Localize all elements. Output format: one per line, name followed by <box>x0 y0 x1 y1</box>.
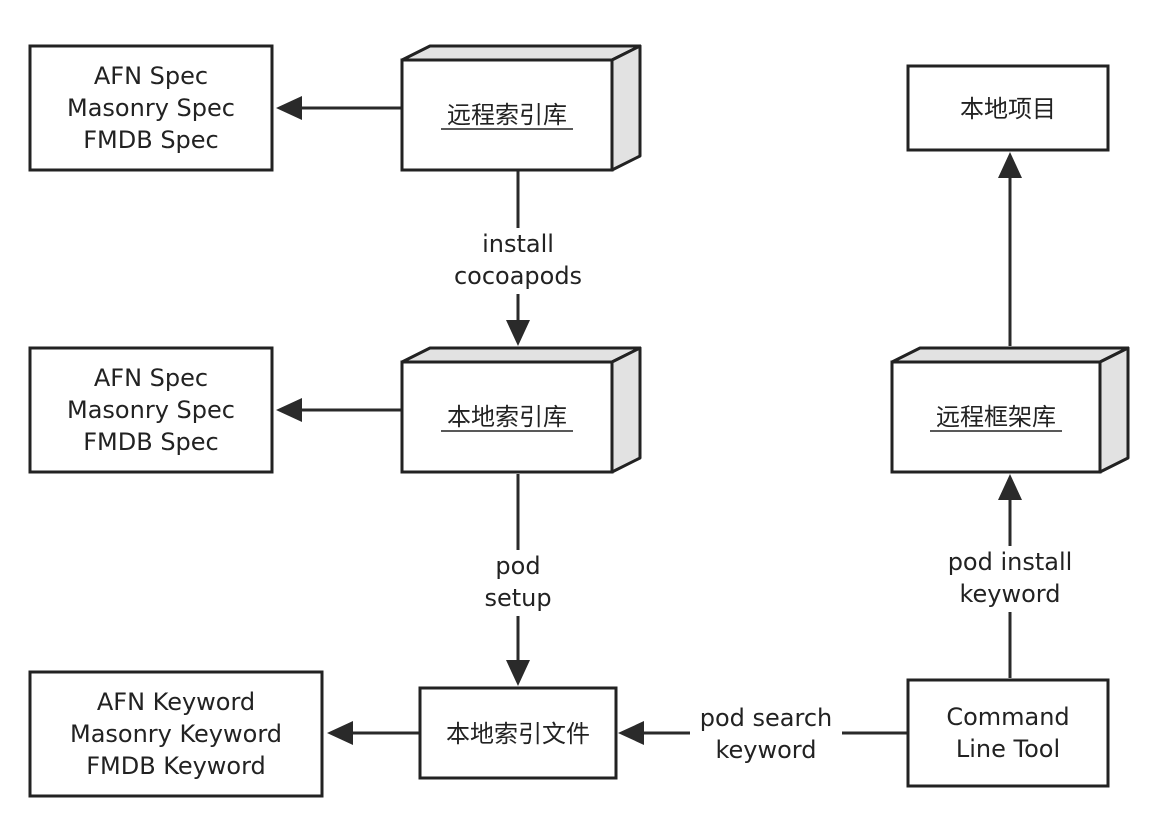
keyword-line: FMDB Keyword <box>86 752 266 780</box>
local-index-node: 本地索引库 <box>400 346 642 474</box>
edge-index-file-to-keywords <box>327 721 420 745</box>
edge-label-install-cocoapods-line2: cocoapods <box>454 262 582 290</box>
edge-label-pod-install-keyword-line1: pod install <box>948 548 1073 576</box>
spec-line: AFN Spec <box>94 364 208 392</box>
local-index-file-box: 本地索引文件 <box>418 686 618 780</box>
edge-label-pod-setup-line1: pod <box>495 552 540 580</box>
spec-line: AFN Spec <box>94 62 208 90</box>
edge-remote-index-to-specs <box>276 96 402 120</box>
edge-label-pod-search-keyword-line1: pod search <box>700 704 833 732</box>
spec-line: Masonry Spec <box>67 94 235 122</box>
command-line-tool-line: Command <box>946 703 1069 731</box>
local-project-box: 本地项目 <box>906 64 1110 152</box>
remote-frameworks-node: 远程框架库 <box>890 346 1130 474</box>
local-project-label: 本地项目 <box>960 95 1056 123</box>
keywords-box: AFN Keyword Masonry Keyword FMDB Keyword <box>28 670 324 798</box>
keyword-line: Masonry Keyword <box>70 720 282 748</box>
spec-line: FMDB Spec <box>83 126 219 154</box>
local-index-file-label: 本地索引文件 <box>446 720 590 748</box>
edge-label-pod-setup-line2: setup <box>484 584 551 612</box>
command-line-tool-box: Command Line Tool <box>906 678 1110 788</box>
specs-top-box: AFN Spec Masonry Spec FMDB Spec <box>28 44 274 172</box>
edge-label-pod-search-keyword-line2: keyword <box>715 736 816 764</box>
edge-frameworks-to-project <box>998 152 1022 346</box>
edge-label-pod-install-keyword-line2: keyword <box>959 580 1060 608</box>
cocoapods-flow-diagram: install cocoapods pod setup pod install … <box>28 44 1130 798</box>
edge-local-index-to-specs <box>276 398 402 422</box>
spec-line: Masonry Spec <box>67 396 235 424</box>
keyword-line: AFN Keyword <box>97 688 255 716</box>
remote-frameworks-label: 远程框架库 <box>936 403 1056 431</box>
local-index-label: 本地索引库 <box>447 403 567 431</box>
remote-index-label: 远程索引库 <box>447 101 567 129</box>
command-line-tool-line: Line Tool <box>956 735 1060 763</box>
remote-index-node: 远程索引库 <box>400 44 642 172</box>
spec-line: FMDB Spec <box>83 428 219 456</box>
edge-label-install-cocoapods-line1: install <box>482 230 554 258</box>
specs-middle-box: AFN Spec Masonry Spec FMDB Spec <box>28 346 274 474</box>
